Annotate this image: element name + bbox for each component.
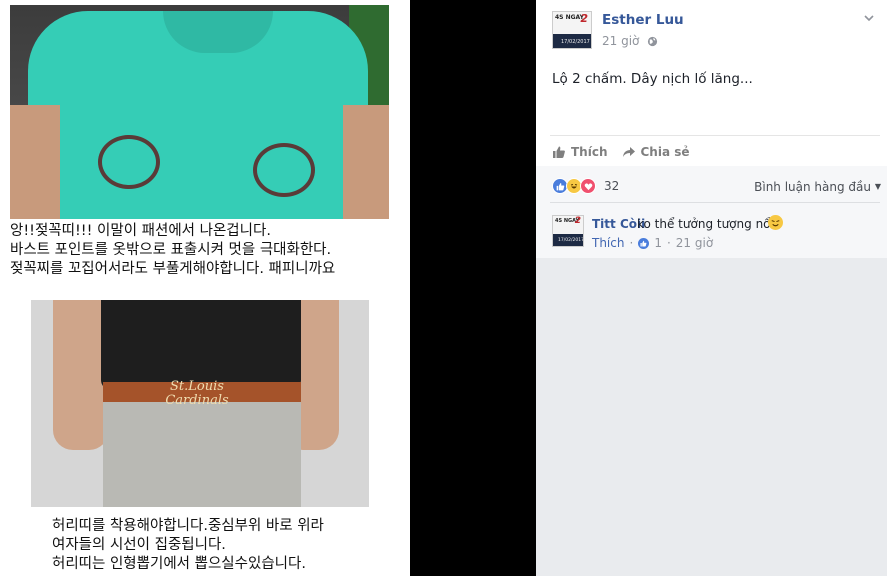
comment-like-count[interactable]: 1 (654, 236, 662, 250)
comment-text: ko thể tưởng tượng nổi (637, 217, 774, 231)
chevron-down-icon[interactable] (863, 12, 875, 24)
right-arm (343, 105, 389, 219)
korean-caption-line: 허리띠를 착용해야합니다.중심부위 바로 위라 (52, 518, 324, 534)
black-tshirt (101, 300, 301, 390)
comment-like-button[interactable]: Thích (592, 236, 624, 250)
korean-caption-top: 앙!!젖꼭띠!!! 이말이 패션에서 나온겁니다. 바스트 포인트를 옷밖으로 … (10, 222, 335, 279)
reaction-count[interactable]: 32 (604, 179, 619, 193)
emoji-icon (768, 215, 783, 230)
dot-separator: · (629, 236, 634, 250)
shirt-collar (163, 11, 273, 53)
post-card: 4S NGAY 2 17/02/2017 Esther Luu 21 giờ L… (536, 0, 887, 258)
post-timestamp[interactable]: 21 giờ (602, 34, 639, 48)
korean-caption-line: 젖꼭찌를 꼬집어서라도 부풀게해야합니다. 패피니까요 (10, 261, 336, 277)
shared-photo[interactable]: 앙!!젖꼭띠!!! 이말이 패션에서 나온겁니다. 바스트 포인트를 옷밖으로 … (0, 0, 410, 576)
photo-teal-shirt (10, 5, 389, 219)
love-icon (580, 178, 596, 194)
photo-belt: St.Louis Cardinals (31, 300, 369, 507)
divider (550, 135, 880, 136)
post-text: Lộ 2 chấm. Dây nịch lố lăng... (552, 71, 753, 87)
post-actions: Thích Chia sẻ (552, 143, 690, 161)
dot-separator: · (666, 236, 671, 250)
grey-jeans (103, 402, 301, 507)
like-button[interactable]: Thích (552, 143, 608, 161)
caret-down-icon: ▼ (874, 182, 881, 191)
thumbs-up-icon (553, 146, 565, 158)
avatar-number: 2 (580, 12, 588, 25)
left-arm (10, 105, 60, 219)
teal-shirt (28, 11, 368, 219)
like-label: Thích (571, 145, 608, 159)
post-sidebar: 4S NGAY 2 17/02/2017 Esther Luu 21 giờ L… (536, 0, 887, 576)
divider (550, 202, 880, 203)
circle-annotation-right (253, 143, 315, 197)
sort-label: Bình luận hàng đầu (754, 180, 872, 194)
share-arrow-icon (622, 147, 635, 157)
avatar-date: 17/02/2017 (561, 39, 590, 45)
commenter-avatar[interactable]: 4S NGAY 2 17/02/2017 (552, 215, 584, 247)
avatar-date: 17/02/2017 (558, 238, 584, 243)
korean-caption-bottom: 허리띠를 착용해야합니다.중심부위 바로 위라 여자들의 시선이 집중됩니다. … (52, 517, 324, 574)
korean-caption-line: 앙!!젖꼭띠!!! 이말이 패션에서 나온겁니다. (10, 223, 271, 239)
share-button[interactable]: Chia sẻ (622, 143, 690, 161)
share-label: Chia sẻ (640, 145, 690, 159)
reactions-and-comments: 32 Bình luận hàng đầu ▼ 4S NGAY 2 17/02/… (536, 166, 887, 258)
comment-sort-dropdown[interactable]: Bình luận hàng đầu ▼ (754, 180, 881, 194)
comment-meta: Thích · 1 · 21 giờ (592, 236, 713, 250)
belt-buckle: St.Louis Cardinals (165, 379, 229, 408)
korean-caption-line: 여자들의 시선이 집중됩니다. (52, 537, 226, 553)
avatar-number: 2 (574, 216, 581, 226)
korean-caption-line: 바스트 포인트를 옷밖으로 표출시켜 멋을 극대화한다. (10, 242, 332, 258)
reaction-icons[interactable] (552, 178, 596, 194)
circle-annotation-left (98, 135, 160, 189)
comment-timestamp[interactable]: 21 giờ (676, 236, 713, 250)
author-name-link[interactable]: Esther Luu (602, 12, 684, 28)
korean-caption-line: 허리띠는 인형뽑기에서 뽑으실수있습니다. (52, 556, 306, 572)
globe-icon[interactable] (647, 36, 658, 47)
like-icon[interactable] (638, 237, 650, 249)
author-avatar[interactable]: 4S NGAY 2 17/02/2017 (552, 11, 592, 49)
